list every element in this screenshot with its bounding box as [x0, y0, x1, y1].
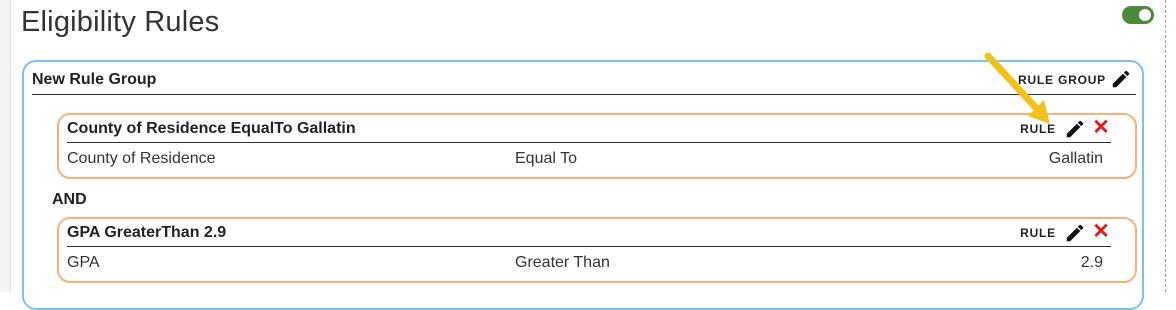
rule-title: County of Residence EqualTo Gallatin: [67, 120, 356, 137]
rule-group-type-label: RULE GROUP: [1017, 73, 1106, 87]
rule-row: County of Residence Equal To Gallatin: [67, 150, 1103, 172]
toggle-knob: [1139, 9, 1151, 21]
dashed-divider: [1165, 0, 1167, 292]
rule-field: GPA: [67, 254, 100, 271]
rule-value: Gallatin: [1048, 150, 1103, 167]
rule-header: GPA GreaterThan 2.9 RULE ✕: [67, 220, 1111, 247]
rule-group: New Rule Group RULE GROUP County of Resi…: [22, 60, 1144, 310]
pencil-icon[interactable]: [1064, 222, 1086, 244]
active-toggle[interactable]: [1122, 6, 1154, 24]
rule-field: County of Residence: [67, 150, 216, 167]
rule-type-label: RULE: [1020, 122, 1056, 136]
rule-card: GPA GreaterThan 2.9 RULE ✕ GPA Greater T…: [57, 217, 1137, 283]
left-panel-edge: [0, 0, 11, 292]
close-icon[interactable]: ✕: [1091, 220, 1111, 244]
rule-type-label: RULE: [1020, 226, 1056, 240]
rule-operator: Equal To: [515, 150, 577, 167]
logic-connector: AND: [52, 191, 87, 208]
rule-title: GPA GreaterThan 2.9: [67, 224, 227, 241]
rule-header: County of Residence EqualTo Gallatin RUL…: [67, 116, 1111, 143]
page-title: Eligibility Rules: [21, 6, 220, 38]
pencil-icon[interactable]: [1110, 68, 1132, 90]
close-icon[interactable]: ✕: [1091, 116, 1111, 140]
rule-group-header: New Rule Group RULE GROUP: [32, 70, 1136, 95]
rule-group-title: New Rule Group: [32, 71, 157, 88]
rule-row: GPA Greater Than 2.9: [67, 254, 1103, 276]
rule-operator: Greater Than: [515, 254, 610, 271]
rule-value: 2.9: [1080, 254, 1103, 271]
rule-card: County of Residence EqualTo Gallatin RUL…: [57, 113, 1137, 179]
pencil-icon[interactable]: [1064, 118, 1086, 140]
